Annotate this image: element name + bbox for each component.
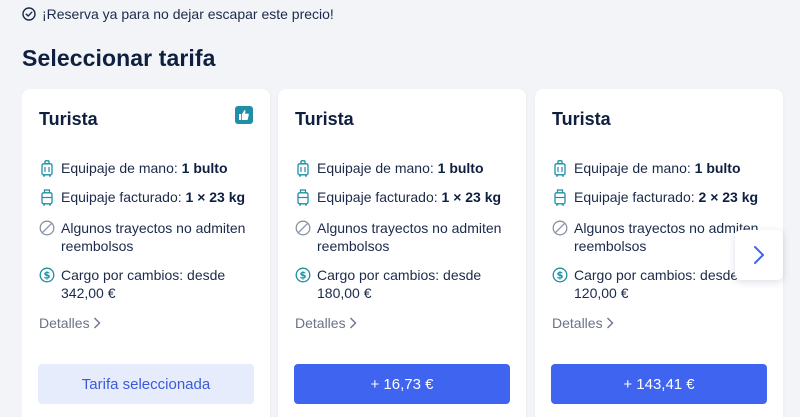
hand-luggage-icon <box>41 160 53 177</box>
no-refund-icon <box>552 220 568 236</box>
no-refund-icon <box>39 220 55 236</box>
fare-name: Turista <box>552 109 611 129</box>
details-link[interactable]: Detalles <box>39 315 101 331</box>
fare-name: Turista <box>295 109 354 129</box>
next-cards-button[interactable] <box>735 230 783 280</box>
change-fee: $ Cargo por cambios: desde 342,00 € <box>39 266 259 302</box>
fare-card-1[interactable]: Turista Equipaje de mano: 1 bulto Equipa… <box>22 89 270 417</box>
hand-luggage: Equipaje de mano: 1 bulto <box>295 159 484 177</box>
no-refund-icon <box>295 220 311 236</box>
checked-luggage-icon <box>554 189 566 206</box>
checked-luggage-icon <box>297 189 309 206</box>
refund-policy: Algunos trayectos no admiten reembolsos <box>295 219 515 255</box>
details-link[interactable]: Detalles <box>552 315 614 331</box>
details-link[interactable]: Detalles <box>295 315 357 331</box>
svg-text:$: $ <box>557 271 564 282</box>
check-circle-icon <box>22 7 36 21</box>
chevron-right-icon <box>606 317 614 329</box>
dollar-circle-icon: $ <box>39 267 55 283</box>
change-fee: $ Cargo por cambios: desde 180,00 € <box>295 266 515 302</box>
dollar-circle-icon: $ <box>552 267 568 283</box>
price-notice-text: ¡Reserva ya para no dejar escapar este p… <box>42 6 334 22</box>
checked-luggage: Equipaje facturado: 1 × 23 kg <box>39 188 245 206</box>
selected-fare-button[interactable]: Tarifa seleccionada <box>38 364 254 404</box>
fare-cards: Turista Equipaje de mano: 1 bulto Equipa… <box>22 89 800 417</box>
hand-luggage: Equipaje de mano: 1 bulto <box>552 159 741 177</box>
select-fare-button[interactable]: + 16,73 € <box>294 364 510 404</box>
svg-text:$: $ <box>300 271 307 282</box>
page-title: Seleccionar tarifa <box>22 45 216 71</box>
hand-luggage-icon <box>554 160 566 177</box>
chevron-right-icon <box>349 317 357 329</box>
dollar-circle-icon: $ <box>295 267 311 283</box>
thumbs-up-icon <box>235 106 253 124</box>
fare-card-2[interactable]: Turista Equipaje de mano: 1 bulto Equipa… <box>278 89 526 417</box>
hand-luggage-icon <box>297 160 309 177</box>
chevron-right-icon <box>754 246 764 264</box>
checked-luggage-icon <box>41 189 53 206</box>
fare-name: Turista <box>39 109 98 129</box>
checked-luggage: Equipaje facturado: 1 × 23 kg <box>295 188 501 206</box>
checked-luggage: Equipaje facturado: 2 × 23 kg <box>552 188 758 206</box>
svg-text:$: $ <box>44 271 51 282</box>
refund-policy: Algunos trayectos no admiten reembolsos <box>39 219 259 255</box>
chevron-right-icon <box>93 317 101 329</box>
price-notice: ¡Reserva ya para no dejar escapar este p… <box>22 6 334 22</box>
select-fare-button[interactable]: + 143,41 € <box>551 364 767 404</box>
hand-luggage: Equipaje de mano: 1 bulto <box>39 159 228 177</box>
